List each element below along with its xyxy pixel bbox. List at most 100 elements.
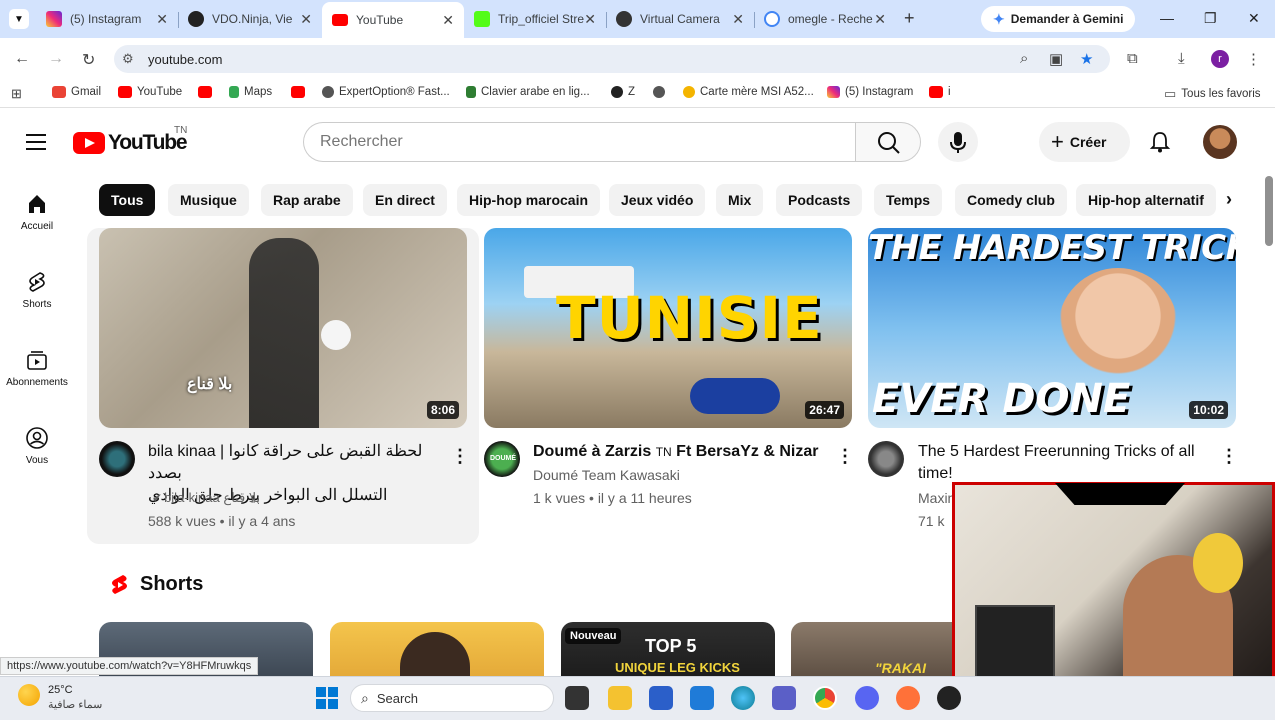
notifications-bell-icon[interactable] <box>1149 131 1171 153</box>
youtube-logo[interactable]: YouTube <box>73 131 188 155</box>
close-icon[interactable]: ✕ <box>156 11 168 28</box>
firefox-icon[interactable] <box>896 686 920 710</box>
video-thumbnail[interactable]: بلا قناع 8:06 <box>99 228 467 428</box>
video-thumbnail[interactable]: TUNISIE 26:47 <box>484 228 852 428</box>
channel-avatar[interactable]: DOUMÉ <box>484 441 520 477</box>
bookmark-z[interactable]: Z <box>611 86 635 98</box>
account-avatar[interactable] <box>1203 125 1237 159</box>
close-icon[interactable]: ✕ <box>300 11 312 28</box>
chip-musique[interactable]: Musique <box>168 184 249 216</box>
chip-comedy-club[interactable]: Comedy club <box>955 184 1067 216</box>
teams-icon[interactable] <box>772 686 796 710</box>
chrome-icon[interactable] <box>813 686 837 710</box>
bookmark-instagram[interactable]: (5) Instagram <box>827 86 913 98</box>
bookmark-i[interactable]: i <box>929 86 951 98</box>
file-explorer-icon[interactable] <box>608 686 632 710</box>
bookmark-maps[interactable]: Maps <box>229 86 272 98</box>
channel-avatar[interactable] <box>868 441 904 477</box>
download-icon[interactable]: ⤓ <box>1178 50 1185 67</box>
forward-arrow-icon[interactable]: → <box>48 50 64 68</box>
chip-mix[interactable]: Mix <box>716 184 764 216</box>
back-arrow-icon[interactable]: ← <box>14 50 30 68</box>
close-icon[interactable]: ✕ <box>584 11 596 28</box>
ask-gemini-button[interactable]: ✦ Demander à Gemini <box>981 6 1136 32</box>
chip-podcasts[interactable]: Podcasts <box>776 184 863 216</box>
new-tab-button[interactable]: + <box>904 8 915 29</box>
guide-item-you[interactable]: Vous <box>0 426 74 466</box>
windows-start-icon[interactable] <box>316 687 338 709</box>
weather-temperature[interactable]: 25°C <box>48 684 73 696</box>
bookmark-globe[interactable] <box>653 86 665 98</box>
chip-jeux-video[interactable]: Jeux vidéo <box>609 184 706 216</box>
address-bar[interactable] <box>114 45 1110 73</box>
thumbnail-text: EVER DONE <box>872 376 1131 422</box>
url-text[interactable]: youtube.com <box>148 52 222 67</box>
discord-icon[interactable] <box>855 686 879 710</box>
bookmark-msi[interactable]: Carte mère MSI A52... <box>683 86 814 98</box>
weather-moon-icon[interactable] <box>18 684 40 706</box>
create-button[interactable]: + Créer <box>1039 122 1130 162</box>
more-actions-icon[interactable]: ⋮ <box>451 446 469 467</box>
bookmark-clavier-arabe[interactable]: Clavier arabe en lig... <box>466 86 590 98</box>
short-card[interactable]: Nouveau TOP 5 UNIQUE LEG KICKS <box>561 622 775 682</box>
video-title[interactable]: Doumé à Zarzis TN Ft BersaYz & Nizar <box>533 441 823 463</box>
search-button[interactable] <box>855 122 921 162</box>
edge-icon[interactable] <box>731 686 755 710</box>
bookmark-star-icon[interactable]: ★ <box>1080 50 1093 68</box>
bookmark-youtube-3[interactable] <box>291 86 305 98</box>
all-favorites-folder[interactable]: ▭ Tous les favoris <box>1164 86 1261 102</box>
video-title[interactable]: The 5 Hardest Freerunning Tricks of all … <box>918 441 1218 485</box>
chip-en-direct[interactable]: En direct <box>363 184 447 216</box>
outlook-icon[interactable] <box>690 686 714 710</box>
zoom-icon[interactable]: ⌕ <box>1020 50 1028 67</box>
browser-tab-vdoninja[interactable]: VDO.Ninja, Vie ✕ <box>178 4 322 34</box>
browser-tab-omegle-search[interactable]: omegle - Reche ✕ <box>754 4 896 34</box>
guide-item-home[interactable]: Accueil <box>0 192 74 232</box>
voice-search-button[interactable] <box>938 122 978 162</box>
chip-tous[interactable]: Tous <box>99 184 156 216</box>
taskbar-search[interactable]: ⌕ Search <box>350 684 554 712</box>
bookmark-youtube-2[interactable] <box>198 86 212 98</box>
page-scrollbar[interactable] <box>1265 176 1273 246</box>
bookmark-expertoption[interactable]: ExpertOption® Fast... <box>322 86 450 98</box>
extensions-icon[interactable]: ⧉ <box>1127 50 1138 67</box>
install-app-icon[interactable]: ▣ <box>1049 50 1063 68</box>
task-view-icon[interactable] <box>565 686 589 710</box>
profile-avatar[interactable]: r <box>1211 50 1229 68</box>
tab-search-button[interactable]: ▼ <box>9 9 29 29</box>
close-icon[interactable]: ✕ <box>874 11 886 28</box>
close-icon[interactable]: ✕ <box>442 12 454 29</box>
store-icon[interactable] <box>649 686 673 710</box>
browser-tab-instagram[interactable]: (5) Instagram ✕ <box>36 4 178 34</box>
chip-hip-hop-marocain[interactable]: Hip-hop marocain <box>457 184 601 216</box>
hamburger-menu-icon[interactable] <box>26 133 46 151</box>
minimize-icon[interactable]: — <box>1160 10 1174 26</box>
menu-kebab-icon[interactable]: ⋮ <box>1246 50 1261 68</box>
more-actions-icon[interactable]: ⋮ <box>1220 446 1238 467</box>
site-settings-icon[interactable]: ⚙ <box>122 51 134 67</box>
short-card[interactable] <box>330 622 544 682</box>
more-actions-icon[interactable]: ⋮ <box>836 446 854 467</box>
apps-grid-icon[interactable]: ⊞ <box>11 86 22 102</box>
video-thumbnail[interactable]: THE HARDEST TRICKS EVER DONE 10:02 <box>868 228 1236 428</box>
browser-tab-youtube[interactable]: YouTube ✕ <box>322 2 464 38</box>
reload-icon[interactable]: ↻ <box>82 50 95 70</box>
chip-hip-hop-alternatif[interactable]: Hip-hop alternatif <box>1076 184 1216 216</box>
browser-tab-virtual-camera[interactable]: Virtual Camera ✕ <box>606 4 754 34</box>
guide-item-subscriptions[interactable]: Abonnements <box>0 348 74 388</box>
chevron-right-icon[interactable]: › <box>1226 189 1232 210</box>
browser-tab-kick[interactable]: Trip_officiel Stre ✕ <box>464 4 606 34</box>
obs-icon[interactable] <box>937 686 961 710</box>
video-duration: 26:47 <box>805 401 844 419</box>
close-window-icon[interactable]: ✕ <box>1248 10 1260 27</box>
chip-temps[interactable]: Temps <box>874 184 943 216</box>
restore-icon[interactable]: ❐ <box>1204 10 1217 27</box>
bookmark-youtube[interactable]: YouTube <box>118 86 182 98</box>
channel-avatar[interactable] <box>99 441 135 477</box>
chip-rap-arabe[interactable]: Rap arabe <box>261 184 353 216</box>
bookmark-gmail[interactable]: Gmail <box>52 86 101 98</box>
guide-item-shorts[interactable]: Shorts <box>0 270 74 310</box>
channel-name[interactable]: Doumé Team Kawasaki <box>533 464 680 486</box>
close-icon[interactable]: ✕ <box>732 11 744 28</box>
channel-name[interactable]: ✔ bila-kinaa بلا قناع <box>152 487 260 509</box>
